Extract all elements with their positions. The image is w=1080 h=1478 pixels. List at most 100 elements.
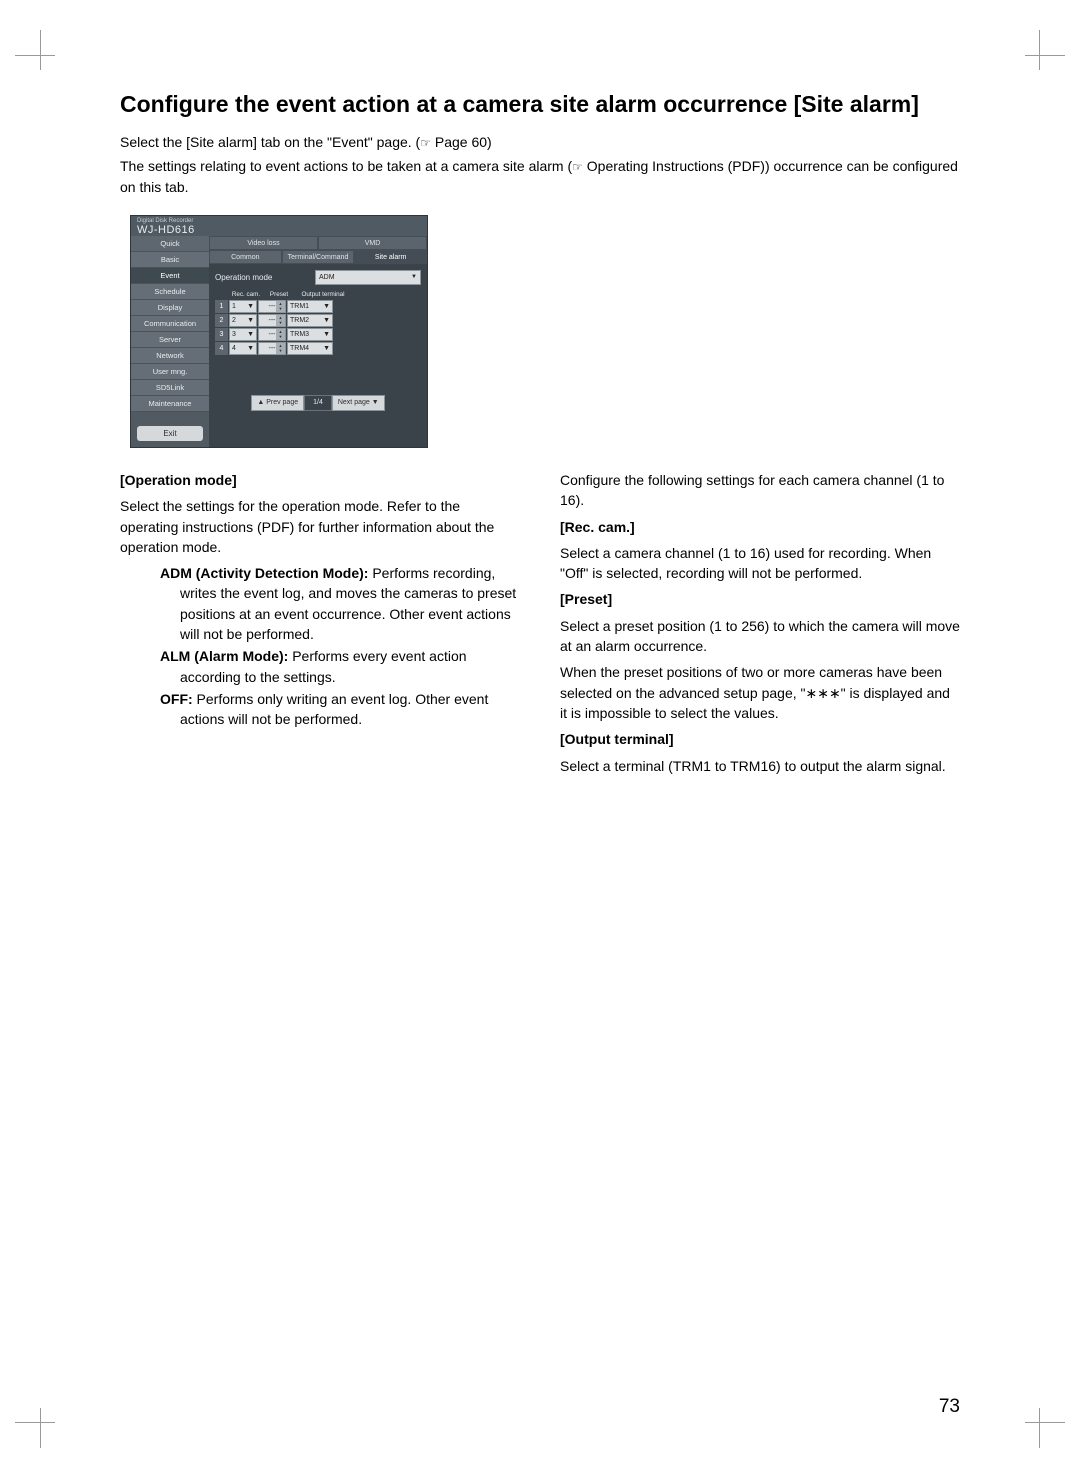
chevron-down-icon: ▼ — [247, 303, 254, 310]
step-down-icon: ▼ — [276, 306, 285, 312]
operation-mode-label: Operation mode — [215, 273, 309, 282]
next-page-button[interactable]: Next page ▼ — [332, 395, 385, 411]
table-row: 1 1▼ ---▲▼ TRM1▼ — [215, 300, 421, 313]
sidebar-item-sd5link[interactable]: SD5Link — [131, 380, 209, 396]
tab-vmd[interactable]: VMD — [318, 236, 427, 250]
crop-mark — [1015, 30, 1065, 80]
row-number: 2 — [215, 314, 228, 327]
col-output-terminal: Output terminal — [294, 291, 352, 298]
output-terminal-select[interactable]: TRM1▼ — [287, 300, 333, 313]
sidebar-item-display[interactable]: Display — [131, 300, 209, 316]
sidebar-item-basic[interactable]: Basic — [131, 252, 209, 268]
select-value: 4 — [232, 345, 236, 352]
select-value: TRM1 — [290, 303, 309, 310]
crop-mark — [15, 30, 65, 80]
rec-cam-select[interactable]: 4▼ — [229, 342, 257, 355]
intro-text: Select the [Site alarm] tab on the "Even… — [120, 132, 960, 152]
operation-mode-select[interactable]: ADM ▼ — [315, 270, 421, 285]
select-value: 3 — [232, 331, 236, 338]
table-row: 4 4▼ ---▲▼ TRM4▼ — [215, 342, 421, 355]
preset-stepper[interactable]: ---▲▼ — [258, 328, 286, 341]
row-number: 4 — [215, 342, 228, 355]
reference-icon: ☞ — [572, 160, 583, 174]
intro-part: Page 60) — [431, 134, 492, 150]
table-row: 2 2▼ ---▲▼ TRM2▼ — [215, 314, 421, 327]
section-heading: [Preset] — [560, 589, 960, 609]
tab-site-alarm[interactable]: Site alarm — [354, 250, 427, 264]
right-column: Configure the following settings for eac… — [560, 470, 960, 782]
term-off: OFF: — [160, 691, 197, 707]
list-item: ALM (Alarm Mode): Performs every event a… — [160, 646, 520, 687]
table-row: 3 3▼ ---▲▼ TRM3▼ — [215, 328, 421, 341]
preset-stepper[interactable]: ---▲▼ — [258, 314, 286, 327]
body-text: When the preset positions of two or more… — [560, 662, 960, 723]
left-column: [Operation mode] Select the settings for… — [120, 470, 520, 782]
term-alm: ALM (Alarm Mode): — [160, 648, 292, 664]
preset-stepper[interactable]: ---▲▼ — [258, 342, 286, 355]
page-count: 1/4 — [304, 395, 332, 411]
col-rec-cam: Rec. cam. — [228, 291, 264, 298]
sidebar-item-event[interactable]: Event — [131, 268, 209, 284]
reference-icon: ☞ — [420, 136, 431, 150]
chevron-down-icon: ▼ — [247, 331, 254, 338]
body-text: Select a preset position (1 to 256) to w… — [560, 616, 960, 657]
sidebar-item-server[interactable]: Server — [131, 332, 209, 348]
page-number: 73 — [939, 1396, 960, 1418]
section-heading: [Output terminal] — [560, 729, 960, 749]
intro-text: The settings relating to event actions t… — [120, 156, 960, 197]
select-value: 1 — [232, 303, 236, 310]
sidebar-item-quick[interactable]: Quick — [131, 236, 209, 252]
chevron-down-icon: ▼ — [247, 317, 254, 324]
body-text: Select a camera channel (1 to 16) used f… — [560, 543, 960, 584]
step-down-icon: ▼ — [276, 348, 285, 354]
col-preset: Preset — [264, 291, 294, 298]
stepper-value: --- — [269, 317, 276, 324]
section-heading: [Operation mode] — [120, 470, 520, 490]
rec-cam-select[interactable]: 3▼ — [229, 328, 257, 341]
prev-page-button[interactable]: ▲ Prev page — [251, 395, 304, 411]
select-value: TRM2 — [290, 317, 309, 324]
sidebar-item-user-mng[interactable]: User mng. — [131, 364, 209, 380]
chevron-down-icon: ▼ — [323, 331, 330, 338]
page-title: Configure the event action at a camera s… — [120, 90, 960, 120]
chevron-down-icon: ▼ — [323, 345, 330, 352]
tab-video-loss[interactable]: Video loss — [209, 236, 318, 250]
sidebar-item-schedule[interactable]: Schedule — [131, 284, 209, 300]
row-number: 3 — [215, 328, 228, 341]
chevron-down-icon: ▼ — [411, 274, 417, 280]
intro-part: Select the [Site alarm] tab on the "Even… — [120, 134, 420, 150]
sidebar-item-communication[interactable]: Communication — [131, 316, 209, 332]
output-terminal-select[interactable]: TRM4 ▼ — [287, 342, 333, 355]
select-value: TRM4 — [290, 345, 309, 352]
device-ui-screenshot: Digital Disk Recorder WJ-HD616 Quick Bas… — [130, 215, 428, 448]
exit-button[interactable]: Exit — [137, 426, 203, 441]
sidebar-item-maintenance[interactable]: Maintenance — [131, 396, 209, 412]
output-terminal-select[interactable]: TRM2▼ — [287, 314, 333, 327]
intro-part: The settings relating to event actions t… — [120, 158, 572, 174]
settings-sidebar: Quick Basic Event Schedule Display Commu… — [131, 236, 209, 447]
tab-terminal-command[interactable]: Terminal/Command — [282, 250, 355, 264]
rec-cam-select[interactable]: 2▼ — [229, 314, 257, 327]
select-value: ADM — [319, 274, 335, 281]
crop-mark — [15, 1398, 65, 1448]
body-text: Configure the following settings for eac… — [560, 470, 960, 511]
select-value: 2 — [232, 317, 236, 324]
select-value: TRM3 — [290, 331, 309, 338]
preset-stepper[interactable]: ---▲▼ — [258, 300, 286, 313]
stepper-value: --- — [269, 345, 276, 352]
row-number: 1 — [215, 300, 228, 313]
stepper-value: --- — [269, 331, 276, 338]
step-down-icon: ▼ — [276, 334, 285, 340]
body-text: Select a terminal (TRM1 to TRM16) to out… — [560, 756, 960, 776]
output-terminal-select[interactable]: TRM3 ▼ — [287, 328, 333, 341]
step-down-icon: ▼ — [276, 320, 285, 326]
sidebar-item-network[interactable]: Network — [131, 348, 209, 364]
list-item: ADM (Activity Detection Mode): Performs … — [160, 563, 520, 644]
crop-mark — [1015, 1398, 1065, 1448]
rec-cam-select[interactable]: 1▼ — [229, 300, 257, 313]
term-desc: Performs only writing an event log. Othe… — [180, 691, 488, 727]
section-heading: [Rec. cam.] — [560, 517, 960, 537]
list-item: OFF: Performs only writing an event log.… — [160, 689, 520, 730]
tab-common[interactable]: Common — [209, 250, 282, 264]
model-label: WJ-HD616 — [137, 224, 195, 236]
